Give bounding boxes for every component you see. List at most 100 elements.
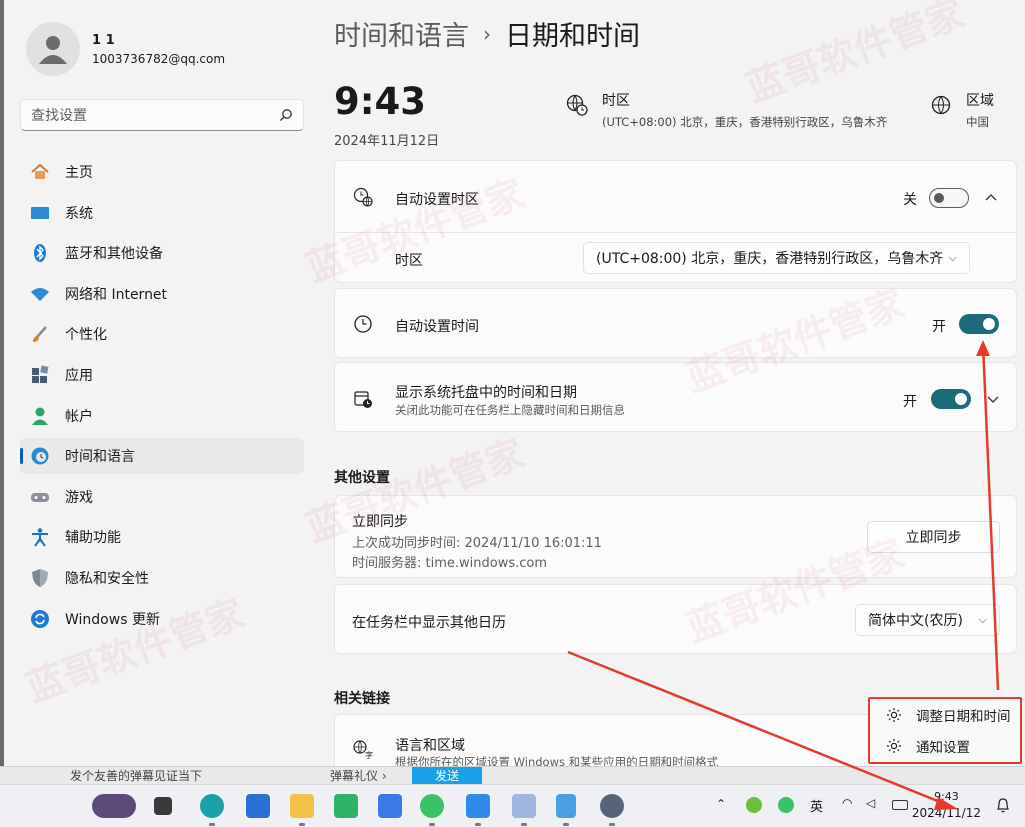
lark-icon[interactable] (378, 794, 402, 818)
sidebar-item-apps[interactable]: 应用 (20, 357, 304, 393)
chevron-up-icon[interactable] (985, 192, 997, 204)
auto-time-state: 开 (932, 319, 946, 335)
auto-time-toggle[interactable] (959, 314, 999, 334)
shopping-app-icon[interactable] (334, 794, 358, 818)
sync-card: 立即同步 上次成功同步时间: 2024/11/10 16:01:11 时间服务器… (334, 495, 1017, 578)
timezone-row: 时区 (UTC+08:00) 北京，重庆，香港特别行政区，乌鲁木齐 ⌵ (335, 233, 1016, 284)
breadcrumb: 时间和语言 › 日期和时间 (334, 14, 640, 53)
danmaku-etiquette-link[interactable]: 弹幕礼仪 › (330, 767, 387, 784)
volume-icon[interactable]: ◁ (866, 796, 875, 810)
timezone-value: (UTC+08:00) 北京，重庆，香港特别行政区，乌鲁木齐 (602, 115, 888, 129)
danmaku-send-button[interactable]: 发送 (412, 767, 482, 784)
tray-time: 9:43 (934, 790, 959, 803)
tray-wechat-icon[interactable] (778, 797, 794, 813)
store-icon[interactable] (246, 794, 270, 818)
danmaku-input-placeholder[interactable]: 发个友善的弹幕见证当下 (70, 767, 202, 784)
show-tray-toggle[interactable] (931, 389, 971, 409)
globe-clock-icon (353, 187, 373, 207)
auto-timezone-state: 关 (903, 192, 917, 208)
sidebar-item-network[interactable]: 网络和 Internet (20, 276, 304, 312)
ime-indicator[interactable]: 英 (810, 796, 823, 815)
main-content: 时间和语言 › 日期和时间 9:43 2024年11月12日 时区 (UTC+0… (318, 0, 1025, 774)
auto-timezone-card: 自动设置时区 关 时区 (UTC+08:00) 北京，重庆，香港特别行政区，乌鲁… (334, 160, 1017, 283)
menu-item-adjust-datetime[interactable]: 调整日期和时间 (870, 699, 1020, 730)
region-title: 区域 (966, 93, 994, 109)
file-explorer-icon[interactable] (290, 794, 314, 818)
battery-icon[interactable] (892, 800, 908, 810)
show-tray-sub: 关闭此功能可在任务栏上隐藏时间和日期信息 (395, 403, 625, 417)
auto-timezone-toggle[interactable] (929, 188, 969, 208)
search-icon (280, 109, 292, 121)
sidebar-item-label: 蓝牙和其他设备 (65, 246, 163, 263)
danmaku-strip: 发个友善的弹幕见证当下 弹幕礼仪 › 发送 (0, 766, 1025, 784)
sidebar-item-windows-update[interactable]: Windows 更新 (20, 601, 304, 637)
sidebar-item-privacy[interactable]: 隐私和安全性 (20, 560, 304, 596)
notification-bell-icon[interactable] (996, 797, 1010, 813)
timezone-title: 时区 (602, 93, 630, 109)
sidebar-item-system[interactable]: 系统 (20, 195, 304, 231)
calendar-dropdown[interactable]: 简体中文(农历) ⌵ (855, 604, 1000, 636)
timezone-row-label: 时区 (395, 253, 423, 269)
menu-item-label: 通知设置 (916, 739, 970, 756)
current-time: 9:43 (334, 80, 427, 123)
language-icon: 字 (353, 740, 373, 760)
auto-timezone-row[interactable]: 自动设置时区 关 (335, 161, 1016, 233)
sidebar-item-label: 个性化 (65, 327, 107, 344)
sync-now-button[interactable]: 立即同步 (867, 521, 1000, 553)
bluetooth-icon (34, 244, 46, 263)
sidebar-item-home[interactable]: 主页 (20, 154, 304, 190)
timezone-dropdown[interactable]: (UTC+08:00) 北京，重庆，香港特别行政区，乌鲁木齐 ⌵ (583, 242, 970, 274)
sogou-icon[interactable] (512, 794, 536, 818)
globe-clock-icon (566, 94, 588, 116)
globe-clock-icon (31, 447, 49, 465)
user-email: 1003736782@qq.com (92, 51, 226, 66)
timezone-summary: 时区 (UTC+08:00) 北京，重庆，香港特别行政区，乌鲁木齐 (566, 90, 887, 130)
monitor-icon (31, 206, 49, 219)
user-profile[interactable]: 1 1 1003736782@qq.com (26, 22, 225, 76)
sidebar-item-bluetooth[interactable]: 蓝牙和其他设备 (20, 235, 304, 271)
task-view-icon[interactable] (154, 797, 172, 815)
gear-icon (887, 707, 901, 722)
breadcrumb-parent[interactable]: 时间和语言 (334, 14, 469, 53)
notepad-icon[interactable] (556, 794, 576, 818)
tray-date: 2024/11/12 (911, 806, 981, 820)
user-name: 1 1 (92, 32, 115, 48)
sidebar-item-time-language[interactable]: 时间和语言 (20, 438, 304, 475)
sync-label: 立即同步 (352, 514, 408, 530)
account-icon (32, 407, 48, 425)
menu-item-label: 调整日期和时间 (916, 708, 1011, 725)
wechat-icon[interactable] (420, 794, 444, 818)
sidebar-item-personalization[interactable]: 个性化 (20, 316, 304, 352)
related-links-title: 相关链接 (334, 691, 390, 707)
avatar (26, 22, 80, 76)
page-title: 日期和时间 (505, 21, 640, 52)
sidebar-item-gaming[interactable]: 游戏 (20, 479, 304, 515)
gear-icon (887, 738, 901, 753)
search-input[interactable]: 查找设置 (20, 99, 304, 131)
tray-clock[interactable]: 9:43 2024/11/12 (912, 789, 981, 821)
calendar-label: 在任务栏中显示其他日历 (352, 615, 506, 631)
sync-last-time: 上次成功同步时间: 2024/11/10 16:01:11 (352, 536, 602, 551)
sync-server: 时间服务器: time.windows.com (352, 556, 548, 571)
menu-item-notification-settings[interactable]: 通知设置 (870, 730, 1020, 761)
widgets-icon[interactable] (92, 794, 136, 818)
language-region-label: 语言和区域 (395, 738, 465, 754)
sidebar: 1 1 1003736782@qq.com 查找设置 主页 系统 蓝牙和其他设备… (0, 0, 318, 770)
chevron-down-icon[interactable] (987, 393, 999, 405)
show-tray-state: 开 (903, 394, 917, 410)
sidebar-item-label: 辅助功能 (65, 530, 121, 547)
tray-app-icon[interactable] (746, 797, 762, 813)
sidebar-item-accounts[interactable]: 帐户 (20, 398, 304, 434)
svg-text:字: 字 (365, 750, 373, 759)
chevron-down-icon: ⌵ (948, 251, 957, 264)
chevron-up-icon[interactable]: ⌃ (716, 797, 726, 811)
calendar-clock-icon (354, 391, 372, 408)
auto-time-card: 自动设置时间 开 (334, 288, 1017, 358)
sidebar-item-accessibility[interactable]: 辅助功能 (20, 519, 304, 555)
wifi-icon[interactable]: ◠ (842, 796, 852, 810)
settings-icon[interactable] (600, 794, 624, 818)
show-tray-card: 显示系统托盘中的时间和日期 关闭此功能可在任务栏上隐藏时间和日期信息 开 (334, 362, 1017, 432)
edge-icon[interactable] (200, 794, 224, 818)
video-app-icon[interactable] (466, 794, 490, 818)
sidebar-item-label: 应用 (65, 367, 93, 384)
